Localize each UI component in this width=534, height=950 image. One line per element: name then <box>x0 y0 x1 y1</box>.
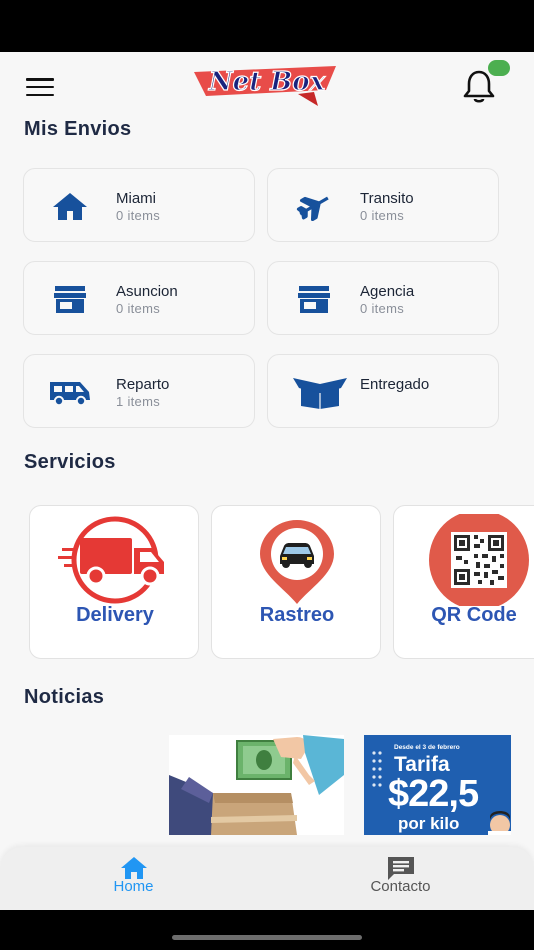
app-screen: Net Box Mis Envios Miami 0 items Transit… <box>0 52 534 910</box>
envio-name: Agencia <box>360 283 415 300</box>
news-card-tarifa[interactable]: Desde el 3 de febrero Tarifa $22,5 por k… <box>364 735 511 835</box>
home-indicator[interactable] <box>172 935 362 940</box>
qr-code-icon <box>394 510 534 610</box>
service-card-qr[interactable]: QR Code <box>393 505 534 659</box>
notification-dot <box>488 60 510 76</box>
envio-card-transito[interactable]: Transito 0 items <box>267 168 499 242</box>
tracking-pin-icon <box>212 514 380 606</box>
envio-card-reparto[interactable]: Reparto 1 items <box>23 354 255 428</box>
promo-date: Desde el 3 de febrero <box>394 744 460 751</box>
envio-name: Transito <box>360 190 414 207</box>
store-icon <box>48 280 92 318</box>
bottom-nav: Home Contacto <box>0 847 534 910</box>
store-icon <box>292 280 336 318</box>
promo-price: $22,5 <box>388 773 479 815</box>
van-icon <box>48 373 92 411</box>
delivery-truck-icon <box>30 514 198 606</box>
home-icon <box>48 187 92 225</box>
envio-name: Entregado <box>360 376 430 393</box>
servicios-title: Servicios <box>24 451 116 473</box>
system-bottom-bar <box>0 910 534 950</box>
nav-label: Contacto <box>370 878 431 895</box>
envio-count: 1 items <box>116 394 161 409</box>
promo-unit: por kilo <box>398 814 460 833</box>
nav-item-home[interactable]: Home <box>0 847 267 910</box>
payment-illustration <box>169 735 344 835</box>
airplane-icon <box>292 187 336 225</box>
service-card-delivery[interactable]: Delivery <box>29 505 199 659</box>
logo-text: Net Box <box>208 67 326 97</box>
service-card-rastreo[interactable]: Rastreo <box>211 505 381 659</box>
envio-count: 0 items <box>116 301 161 316</box>
envio-card-entregado[interactable]: Entregado <box>267 354 499 428</box>
envio-count: 0 items <box>360 301 405 316</box>
envio-card-miami[interactable]: Miami 0 items <box>23 168 255 242</box>
netbox-logo: Net Box <box>186 60 348 108</box>
status-bar <box>0 0 534 52</box>
menu-icon[interactable] <box>24 76 56 98</box>
envio-name: Reparto <box>116 376 170 393</box>
envio-card-agencia[interactable]: Agencia 0 items <box>267 261 499 335</box>
service-label: QR Code <box>431 604 517 626</box>
nav-label: Home <box>113 878 154 895</box>
service-label: Delivery <box>76 604 154 626</box>
service-label: Rastreo <box>259 604 335 626</box>
open-box-icon <box>290 373 350 411</box>
nav-item-contacto[interactable]: Contacto <box>267 847 534 910</box>
envio-card-asuncion[interactable]: Asuncion 0 items <box>23 261 255 335</box>
envio-count: 0 items <box>116 208 161 223</box>
envios-title: Mis Envios <box>24 118 132 140</box>
news-card-payment[interactable] <box>169 735 344 835</box>
noticias-title: Noticias <box>24 686 105 708</box>
envio-name: Miami <box>116 190 156 207</box>
envio-name: Asuncion <box>116 283 178 300</box>
envio-count: 0 items <box>360 208 405 223</box>
